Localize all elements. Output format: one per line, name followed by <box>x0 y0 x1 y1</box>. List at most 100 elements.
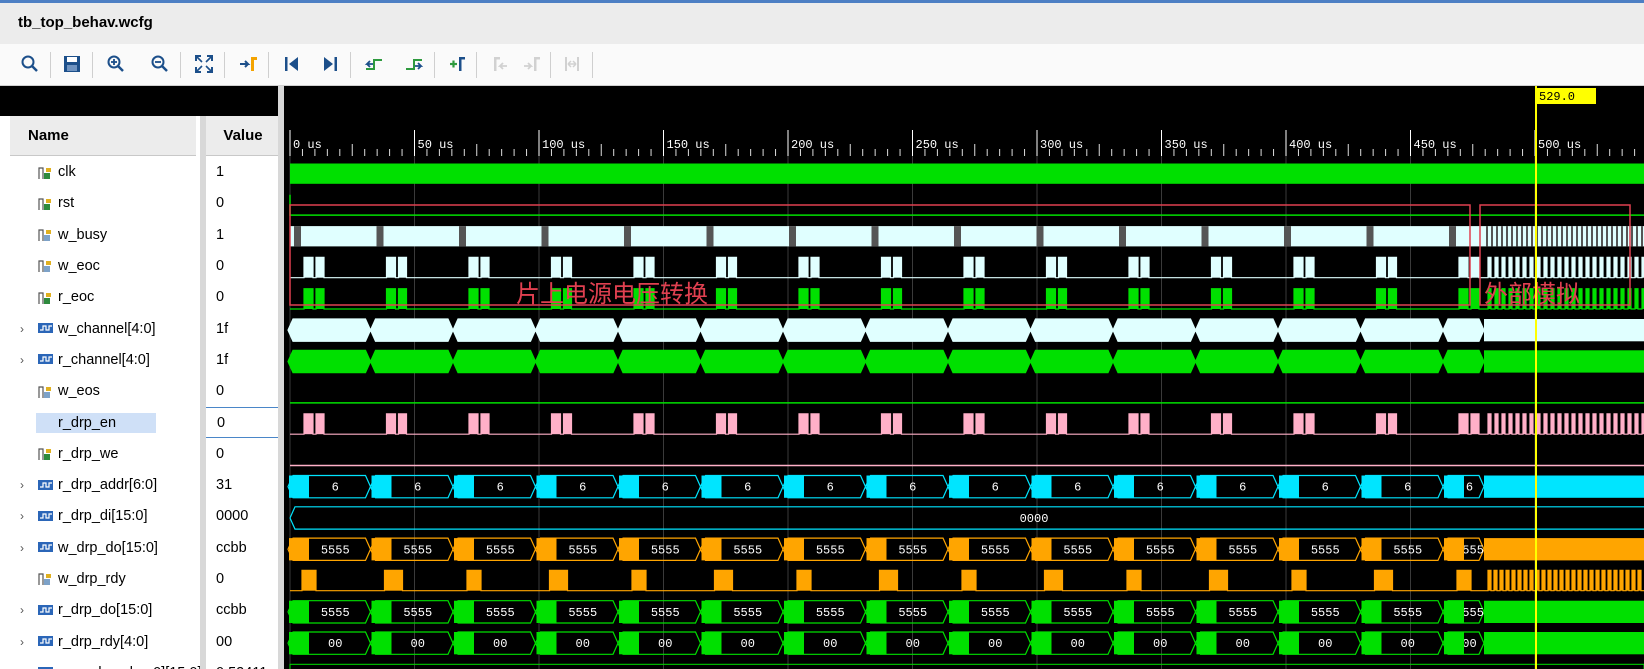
bus-transition-block <box>1031 600 1052 623</box>
zoom-fit-icon <box>195 55 213 73</box>
add-marker-button[interactable] <box>444 50 472 78</box>
bus-value-label: 6 <box>1074 481 1081 495</box>
waveform-high-pulse <box>1459 288 1468 309</box>
bus-value-label: 5555 <box>816 543 845 557</box>
bus-value-label: 00 <box>658 637 672 651</box>
signal-row-r-channel-4-0[interactable]: › r_channel[4:0] <box>0 344 204 375</box>
signal-row-r-drp-we[interactable]: r_drp_we <box>0 438 204 469</box>
w-busy-low-gap <box>1626 226 1628 247</box>
signal-name: w_eos <box>58 383 100 400</box>
bus-signal-icon <box>38 478 54 496</box>
waveform-high-pulse <box>1058 288 1067 309</box>
waveform-high-pulse <box>1459 257 1468 278</box>
expand-chevron-icon[interactable]: › <box>20 509 24 523</box>
signal-row-r-drp-do-15-0[interactable]: › r_drp_do[15:0] <box>0 595 204 626</box>
signal-row-rst[interactable]: rst <box>0 188 204 219</box>
signal-name: r_drp_en <box>36 412 157 433</box>
w-busy-low-gap <box>1571 226 1573 247</box>
expand-chevron-icon[interactable]: › <box>20 353 24 367</box>
bus-signal-icon <box>38 665 54 669</box>
w-busy-waveform <box>290 226 1644 247</box>
signal-row-w-drp-do-15-0[interactable]: › w_drp_do[15:0] <box>0 532 204 563</box>
bus-value-label: 00 <box>988 637 1002 651</box>
bus-transition-block <box>454 475 474 498</box>
next-transition-button[interactable] <box>400 50 428 78</box>
waveform-high-pulse <box>799 413 808 435</box>
next-marker-button[interactable] <box>518 50 546 78</box>
time-tick-label: 500 us <box>1538 138 1581 152</box>
signal-row-w-drp-rdy[interactable]: w_drp_rdy <box>0 563 204 594</box>
previous-marker-button[interactable] <box>486 50 514 78</box>
w-busy-low-gap <box>1119 226 1126 247</box>
signal-row-r-eoc[interactable]: r_eoc <box>0 282 204 313</box>
w-busy-low-gap <box>1631 226 1633 247</box>
waveform-high-pulse <box>1471 288 1479 309</box>
signal-row-clk[interactable]: clk <box>0 157 204 188</box>
bus-transition-block <box>1444 600 1464 623</box>
expand-chevron-icon[interactable]: › <box>20 603 24 617</box>
zoom-out-button[interactable] <box>146 50 174 78</box>
go-to-end-button[interactable] <box>316 50 344 78</box>
expand-chevron-icon[interactable]: › <box>20 635 24 649</box>
waveform-high-pulse <box>1388 413 1397 435</box>
logic-signal-icon <box>38 290 52 310</box>
bus-transition-block <box>1361 600 1382 623</box>
signal-row-r-drp-addr-6-0[interactable]: › r_drp_addr[6:0] <box>0 470 204 501</box>
signal-row-r-drp-en[interactable]: r_drp_en <box>0 407 204 438</box>
search-button[interactable] <box>16 50 44 78</box>
previous-transition-button[interactable] <box>360 50 388 78</box>
bus-segment <box>1277 318 1362 342</box>
waveform-svg[interactable]: 0 us 50 us 100 us 150 us 200 us 250 us 300 us 3… <box>284 86 1644 669</box>
waveform-canvas[interactable]: 0 us 50 us 100 us 150 us 200 us 250 us 300 us 3… <box>284 86 1644 669</box>
signal-row-w-busy[interactable]: w_busy <box>0 219 204 250</box>
signal-row-w-channel-4-0[interactable]: › w_channel[4:0] <box>0 313 204 344</box>
bus-value-label: 5555 <box>651 543 680 557</box>
expand-chevron-icon[interactable]: › <box>20 541 24 555</box>
zoom-fit-button[interactable] <box>190 50 218 78</box>
signal-name-panel: Name clk rst w_busy w_eoc r_eoc › w_channel[4:… <box>0 86 204 669</box>
go-to-start-button[interactable] <box>278 50 306 78</box>
time-tick-label: 250 us <box>916 138 959 152</box>
signal-row-w-eos[interactable]: w_eos <box>0 376 204 407</box>
waveform-high-pulse <box>1306 257 1314 278</box>
waveform-high-pulse <box>302 570 316 591</box>
bus-value-label: 5555 <box>733 543 762 557</box>
bus-value-label: 5555 <box>1063 543 1092 557</box>
waveform-high-pulse <box>728 413 737 435</box>
swap-cursors-button[interactable] <box>558 50 586 78</box>
search-icon <box>21 55 38 72</box>
waveform-high-pulse <box>481 257 489 278</box>
signal-name: r_drp_do[15:0] <box>58 602 153 619</box>
waveform-high-pulse <box>316 257 324 278</box>
expand-chevron-icon[interactable]: › <box>20 478 24 492</box>
signal-row-r-drp-di-15-0[interactable]: › r_drp_di[15:0] <box>0 501 204 532</box>
window-title: tb_top_behav.wcfg <box>18 14 153 31</box>
signal-name: r_drp_di[15:0] <box>58 508 148 525</box>
waveform-high-pulse <box>893 288 902 309</box>
clk-waveform <box>290 163 1644 184</box>
waveform-high-pulse <box>962 570 976 591</box>
waveform-high-pulse <box>469 257 478 278</box>
signal-row-r-drp-rdy-4-0[interactable]: › r_drp_rdy[4:0] <box>0 626 204 657</box>
zoom-in-button[interactable] <box>102 50 130 78</box>
value-column-header[interactable]: Value <box>206 116 280 156</box>
bus-segment <box>947 349 1032 374</box>
column-splitter[interactable] <box>200 116 206 669</box>
name-column-header[interactable]: Name <box>10 116 196 156</box>
bus-transition-block <box>536 475 557 498</box>
bus-transition-block <box>371 538 392 561</box>
bus-transition-block <box>1279 538 1299 561</box>
signal-row-w-eoc[interactable]: w_eoc <box>0 250 204 281</box>
waveform-high-pulse <box>1141 257 1149 278</box>
bus-value-label: 00 <box>741 637 755 651</box>
waveform-high-pulse <box>1294 413 1303 435</box>
w-busy-low-gap <box>1521 226 1523 247</box>
signal-row-r-vcode-sd-u0-15-0[interactable]: ›r_vcode_sd...u0][15:0] <box>0 657 204 669</box>
expand-chevron-icon[interactable]: › <box>20 322 24 336</box>
bus-transition-block <box>454 538 474 561</box>
w-busy-low-gap <box>1576 226 1578 247</box>
bus-value-label: 0000 <box>1020 512 1049 526</box>
time-tick-label: 350 us <box>1165 138 1208 152</box>
go-to-cursor-button[interactable] <box>234 50 262 78</box>
save-button[interactable] <box>58 50 86 78</box>
